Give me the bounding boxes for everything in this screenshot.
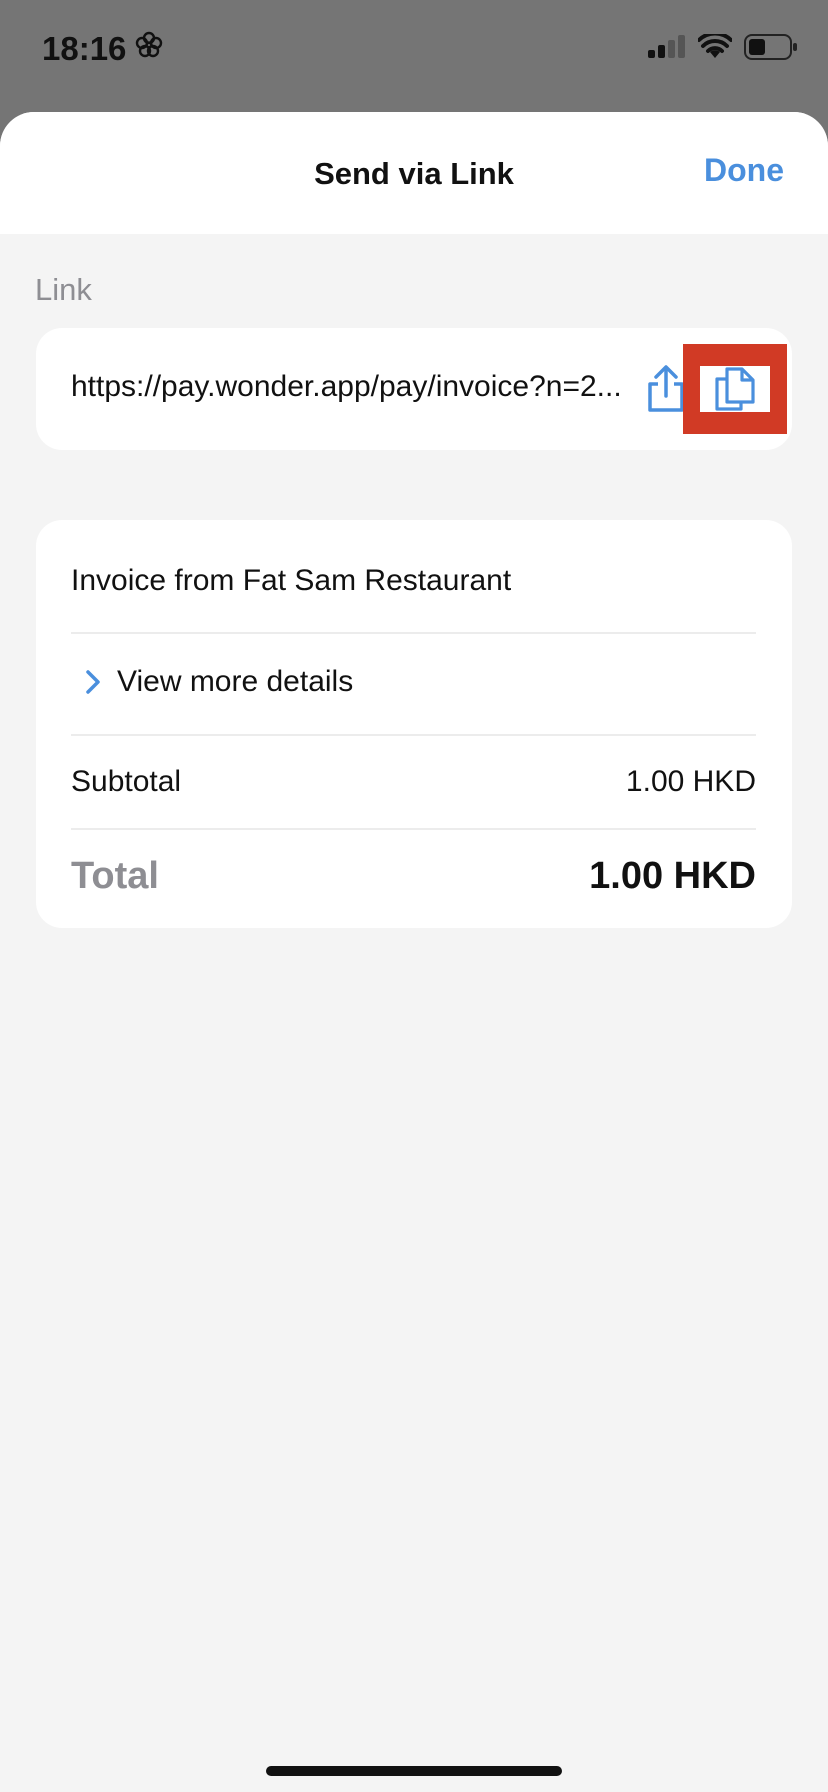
signal-icon (646, 35, 686, 64)
invoice-title: Invoice from Fat Sam Restaurant (71, 564, 512, 597)
copy-button-inner (700, 366, 770, 412)
details-content: View more details (85, 665, 353, 699)
total-row: Total 1.00 HKD (71, 846, 756, 906)
link-card: https://pay.wonder.app/pay/invoice?n=2..… (36, 328, 792, 450)
subtotal-row: Subtotal 1.00 HKD (71, 754, 756, 810)
clock-text: 18:16 (42, 30, 127, 67)
wifi-icon (697, 31, 733, 65)
total-value: 1.00 HKD (589, 854, 756, 897)
sheet-header: Send via Link Done (0, 112, 828, 234)
invoice-card: Invoice from Fat Sam Restaurant View mor… (36, 520, 792, 928)
details-label: View more details (117, 665, 354, 698)
battery-icon (744, 34, 798, 65)
divider (71, 734, 756, 736)
subtotal-label: Subtotal (71, 765, 182, 798)
status-icons (646, 31, 798, 65)
status-bar: 18:16 (0, 0, 828, 112)
divider (71, 828, 756, 830)
copy-icon (715, 367, 755, 411)
home-indicator[interactable] (266, 1766, 562, 1776)
done-button[interactable]: Done (704, 152, 784, 189)
divider (71, 632, 756, 634)
status-time: 18:16 (42, 30, 164, 68)
link-url[interactable]: https://pay.wonder.app/pay/invoice?n=2..… (71, 370, 671, 404)
link-section-label: Link (35, 272, 92, 307)
subtotal-value: 1.00 HKD (625, 765, 756, 798)
view-more-details-button[interactable]: View more details (71, 652, 756, 712)
total-label: Total (71, 854, 159, 897)
chevron-right-icon (86, 670, 100, 694)
copy-button[interactable] (683, 344, 787, 434)
bottom-sheet: Send via Link Done Link https://pay.wond… (0, 112, 828, 1792)
flower-icon (134, 30, 164, 68)
